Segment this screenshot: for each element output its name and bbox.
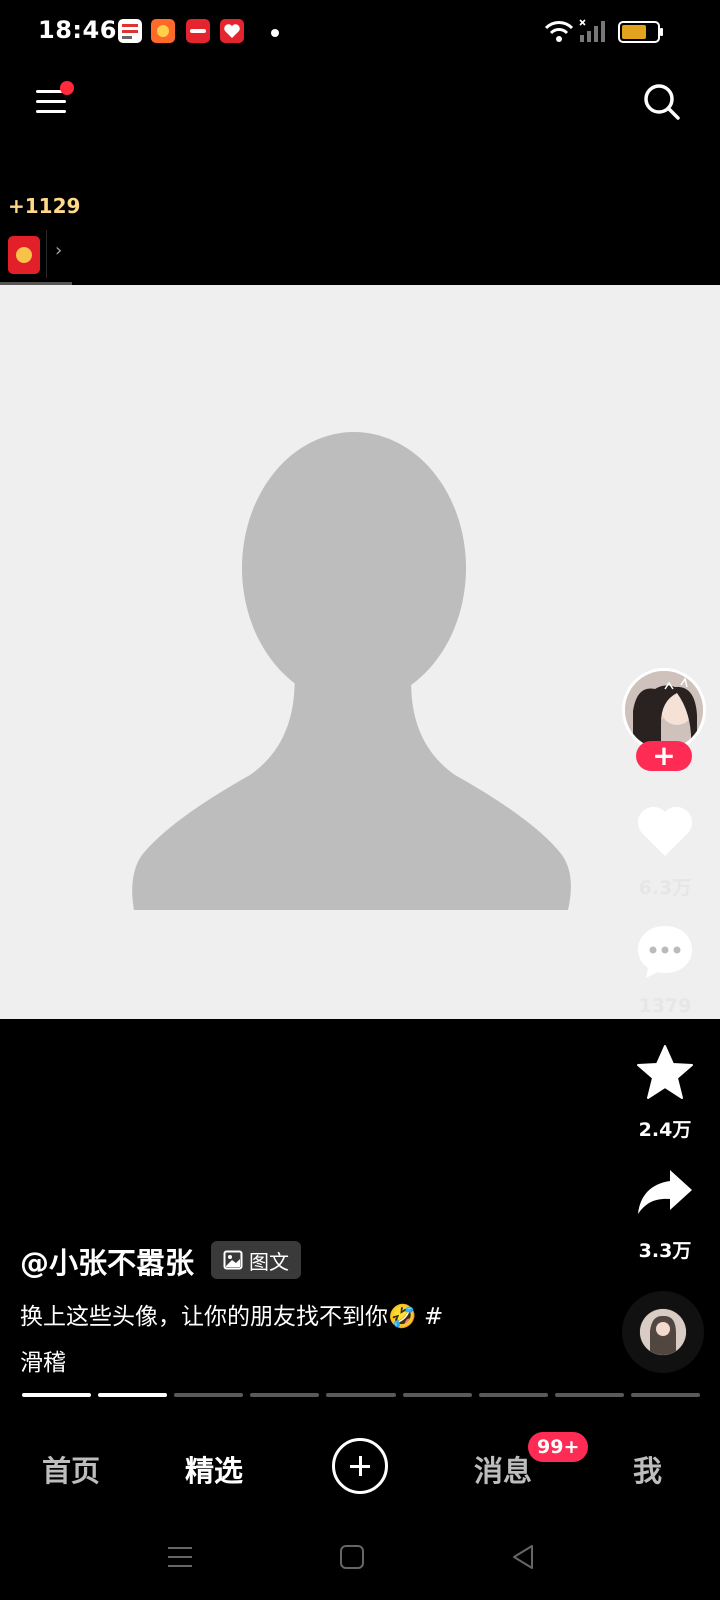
wifi-icon	[544, 18, 574, 44]
carousel-progress	[22, 1393, 700, 1397]
chevron-right-icon[interactable]: ›	[55, 240, 62, 261]
shopping-app-icon	[186, 19, 210, 43]
system-home-icon[interactable]	[335, 1540, 369, 1574]
music-cover	[640, 1309, 686, 1355]
coin-icon	[16, 247, 32, 263]
reward-divider	[46, 230, 47, 278]
default-avatar-silhouette-icon	[132, 432, 571, 910]
create-plus-button[interactable]	[332, 1438, 388, 1494]
music-disc[interactable]	[622, 1291, 704, 1373]
progress-segment	[402, 1393, 472, 1397]
system-back-icon[interactable]	[506, 1540, 540, 1574]
author-name[interactable]: @小张不嚣张	[20, 1240, 194, 1282]
battery-icon	[618, 20, 664, 44]
status-time: 18:46	[38, 16, 117, 44]
menu-notification-badge	[60, 81, 74, 95]
system-menu-icon[interactable]	[163, 1540, 197, 1574]
nav-me[interactable]: 我	[633, 1448, 662, 1490]
progress-segment	[554, 1393, 624, 1397]
post-image[interactable]	[0, 285, 720, 1019]
progress-segment	[478, 1393, 548, 1397]
progress-segment	[250, 1393, 320, 1397]
nav-messages[interactable]: 消息	[474, 1448, 532, 1490]
progress-segment	[22, 1393, 92, 1397]
like-count: 6.3万	[638, 877, 692, 899]
post-caption: 换上这些头像，让你的朋友找不到你🤣 # 滑稽	[20, 1294, 560, 1386]
news-app-icon	[118, 19, 142, 43]
caption-line-1: 换上这些头像，让你的朋友找不到你🤣 #	[20, 1304, 444, 1330]
progress-segment	[326, 1393, 396, 1397]
progress-segment	[98, 1393, 168, 1397]
cellular-signal-icon	[578, 18, 610, 44]
pinduoduo-app-icon	[220, 19, 244, 43]
image-text-icon	[223, 1250, 243, 1270]
share-arrow-icon[interactable]	[634, 1162, 696, 1224]
comment-count: 1379	[638, 995, 692, 1017]
share-count: 3.3万	[638, 1240, 692, 1262]
nav-home[interactable]: 首页	[42, 1448, 100, 1490]
favorite-count: 2.4万	[638, 1119, 692, 1141]
comment-icon[interactable]	[634, 920, 696, 982]
red-envelope-icon[interactable]	[8, 236, 40, 274]
caption-hashtag[interactable]: 滑稽	[20, 1340, 560, 1386]
notification-dot	[271, 29, 279, 37]
progress-segment	[630, 1393, 700, 1397]
like-heart-icon[interactable]	[634, 800, 696, 862]
reward-bonus-text: +1129	[8, 194, 81, 218]
search-icon[interactable]	[642, 82, 682, 122]
progress-segment	[174, 1393, 244, 1397]
follow-button[interactable]: +	[636, 741, 692, 771]
post-type-label: 图文	[249, 1249, 289, 1274]
game-app-icon	[151, 19, 175, 43]
nav-featured[interactable]: 精选	[185, 1448, 243, 1490]
post-type-badge: 图文	[211, 1241, 301, 1279]
messages-badge: 99+	[528, 1432, 589, 1462]
favorite-star-icon[interactable]	[634, 1042, 696, 1104]
